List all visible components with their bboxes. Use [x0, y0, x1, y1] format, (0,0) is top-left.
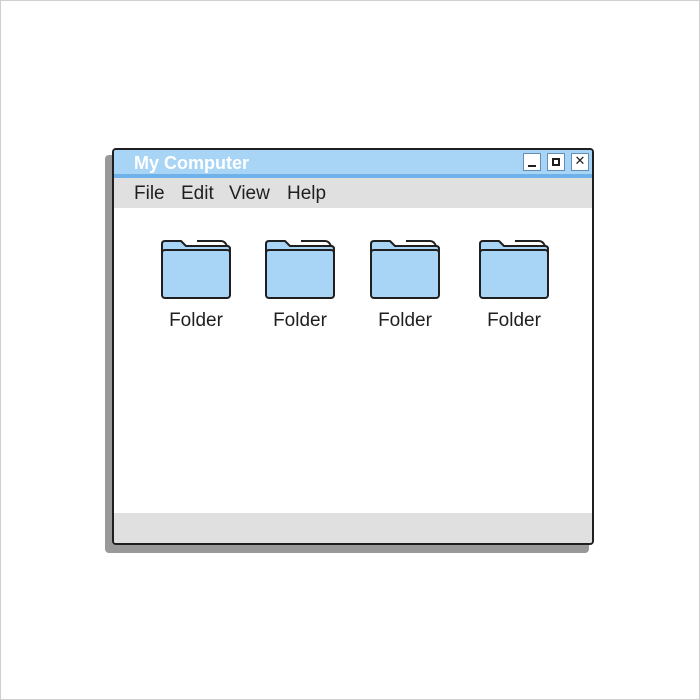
maximize-button[interactable]: [547, 153, 565, 171]
folder-icon: [265, 240, 335, 299]
status-bar: [114, 513, 592, 543]
folder-label: Folder: [273, 310, 327, 331]
folder-icon: [161, 240, 231, 299]
close-button[interactable]: ✕: [571, 153, 589, 171]
screenshot-frame: My Computer ✕ File Edit View Help Folder…: [0, 0, 700, 700]
title-bar[interactable]: My Computer ✕: [114, 150, 592, 178]
content-area: Folder Folder Folder Folder: [114, 208, 592, 513]
folder-icon: [370, 240, 440, 299]
folder-label: Folder: [487, 310, 541, 331]
folder-item[interactable]: Folder: [156, 238, 236, 332]
folder-label: Folder: [378, 310, 432, 331]
folder-item[interactable]: Folder: [474, 238, 554, 332]
my-computer-window: My Computer ✕ File Edit View Help Folder…: [112, 148, 594, 545]
folder-label: Folder: [169, 310, 223, 331]
menu-edit[interactable]: Edit: [181, 183, 214, 205]
folder-icon: [479, 240, 549, 299]
minimize-icon: [528, 165, 536, 167]
menu-bar: File Edit View Help: [114, 178, 592, 208]
menu-view[interactable]: View: [229, 183, 270, 205]
minimize-button[interactable]: [523, 153, 541, 171]
menu-help[interactable]: Help: [287, 183, 326, 205]
menu-file[interactable]: File: [134, 183, 165, 205]
maximize-icon: [552, 158, 560, 166]
window-title: My Computer: [134, 153, 250, 173]
folder-item[interactable]: Folder: [260, 238, 340, 332]
close-icon: ✕: [574, 154, 586, 169]
folder-item[interactable]: Folder: [365, 238, 445, 332]
